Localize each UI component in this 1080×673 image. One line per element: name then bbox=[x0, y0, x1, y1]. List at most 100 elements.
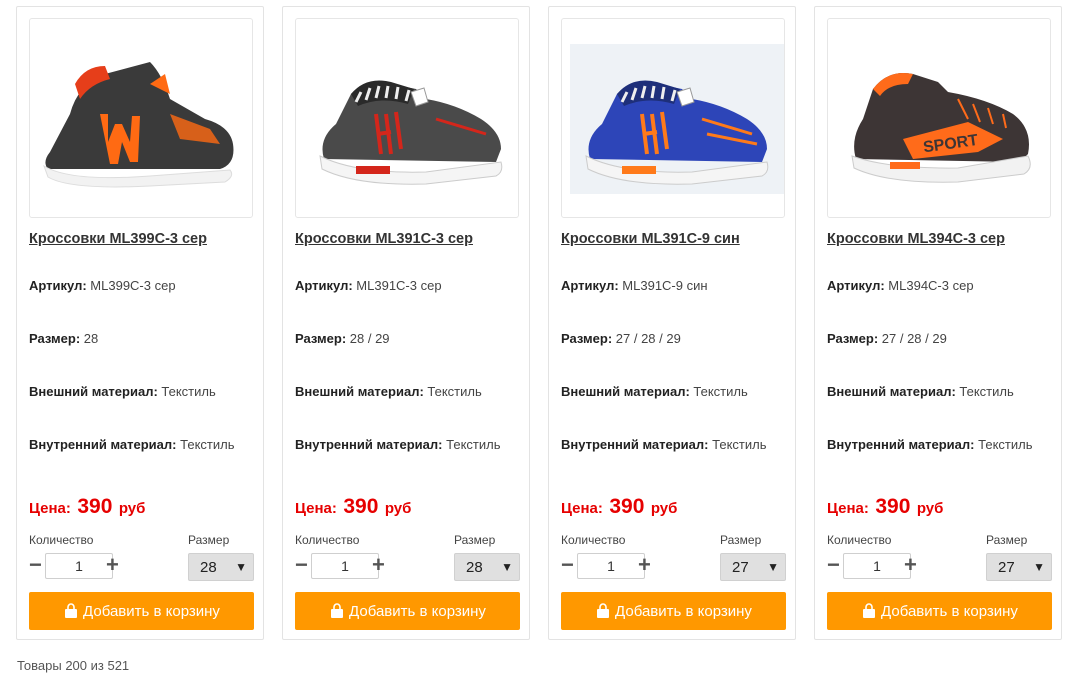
inner-material-label: Внутренний материал: bbox=[827, 437, 975, 452]
add-to-cart-button[interactable]: Добавить в корзину bbox=[827, 592, 1052, 630]
article-label: Артикул: bbox=[827, 278, 885, 293]
product-title-link[interactable]: Кроссовки ML399C-3 сер bbox=[29, 231, 207, 247]
article-label: Артикул: bbox=[295, 278, 353, 293]
product-grid: Кроссовки ML399C-3 сер Артикул: ML399C-3… bbox=[16, 6, 1062, 640]
size-select-label: Размер bbox=[454, 533, 496, 547]
quantity-label: Количество bbox=[827, 533, 892, 547]
size-spec-label: Размер: bbox=[295, 331, 347, 346]
inner-material-value: Текстиль bbox=[180, 437, 235, 452]
product-image[interactable]: SPORT bbox=[827, 18, 1051, 218]
shopping-bag-icon bbox=[65, 603, 78, 618]
shoe-dark-sport-icon: SPORT bbox=[851, 73, 1031, 183]
inner-material-label: Внутренний материал: bbox=[561, 437, 709, 452]
article-value: ML399C-3 сер bbox=[90, 278, 176, 293]
size-select[interactable]: 27 ▼ bbox=[986, 553, 1052, 581]
quantity-decrease-button[interactable]: − bbox=[827, 554, 840, 576]
quantity-input[interactable] bbox=[311, 553, 379, 579]
quantity-label: Количество bbox=[295, 533, 360, 547]
article-value: ML394C-3 сер bbox=[888, 278, 974, 293]
size-spec-value: 28 bbox=[83, 331, 99, 346]
product-title-link[interactable]: Кроссовки ML391C-9 син bbox=[561, 231, 740, 247]
size-select[interactable]: 28 ▼ bbox=[454, 553, 520, 581]
quantity-decrease-button[interactable]: − bbox=[29, 554, 42, 576]
add-to-cart-label: Добавить в корзину bbox=[83, 602, 220, 620]
inner-material-value: Текстиль bbox=[446, 437, 501, 452]
add-to-cart-button[interactable]: Добавить в корзину bbox=[295, 592, 520, 630]
product-card: SPORT Кроссовки ML394C-3 сер Артикул: ML… bbox=[814, 6, 1062, 640]
outer-material-spec: Внешний материал: Текстиль bbox=[295, 384, 482, 399]
outer-material-spec: Внешний материал: Текстиль bbox=[561, 384, 748, 399]
quantity-increase-button[interactable]: + bbox=[372, 554, 385, 576]
inner-material-spec: Внутренний материал: Текстиль bbox=[29, 437, 234, 452]
product-card: Кроссовки ML391C-3 сер Артикул: ML391C-3… bbox=[282, 6, 530, 640]
shoe-gray-red-icon bbox=[319, 80, 503, 185]
inner-material-label: Внутренний материал: bbox=[29, 437, 177, 452]
price-value: 390 bbox=[875, 495, 911, 518]
quantity-label: Количество bbox=[29, 533, 94, 547]
product-image[interactable] bbox=[561, 18, 785, 218]
size-spec: Размер: 28 bbox=[29, 331, 98, 346]
price-label: Цена: bbox=[295, 500, 337, 517]
quantity-input[interactable] bbox=[577, 553, 645, 579]
product-image[interactable] bbox=[295, 18, 519, 218]
outer-material-label: Внешний материал: bbox=[29, 384, 158, 399]
quantity-decrease-button[interactable]: − bbox=[561, 554, 574, 576]
price: Цена: 390 руб bbox=[827, 495, 943, 519]
quantity-input[interactable] bbox=[843, 553, 911, 579]
product-card: Кроссовки ML399C-3 сер Артикул: ML399C-3… bbox=[16, 6, 264, 640]
outer-material-spec: Внешний материал: Текстиль bbox=[29, 384, 216, 399]
size-select-label: Размер bbox=[188, 533, 230, 547]
article-value: ML391C-9 син bbox=[622, 278, 708, 293]
size-spec: Размер: 27 / 28 / 29 bbox=[561, 331, 681, 346]
size-select-label: Размер bbox=[986, 533, 1028, 547]
size-select-label: Размер bbox=[720, 533, 762, 547]
size-select[interactable]: 28 ▼ bbox=[188, 553, 254, 581]
article-spec: Артикул: ML391C-3 сер bbox=[295, 278, 442, 293]
size-spec-label: Размер: bbox=[561, 331, 613, 346]
caret-down-icon: ▼ bbox=[767, 560, 779, 574]
size-spec: Размер: 27 / 28 / 29 bbox=[827, 331, 947, 346]
shopping-bag-icon bbox=[863, 603, 876, 618]
product-title-link[interactable]: Кроссовки ML394C-3 сер bbox=[827, 231, 1005, 247]
quantity-decrease-button[interactable]: − bbox=[295, 554, 308, 576]
size-spec-value: 28 / 29 bbox=[349, 331, 390, 346]
size-select-value: 28 bbox=[200, 559, 217, 576]
inner-material-label: Внутренний материал: bbox=[295, 437, 443, 452]
quantity-label: Количество bbox=[561, 533, 626, 547]
add-to-cart-label: Добавить в корзину bbox=[615, 602, 752, 620]
product-title-link[interactable]: Кроссовки ML391C-3 сер bbox=[295, 231, 473, 247]
price-currency: руб bbox=[118, 500, 146, 517]
price-currency: руб bbox=[916, 500, 944, 517]
quantity-increase-button[interactable]: + bbox=[638, 554, 651, 576]
product-card: Кроссовки ML391C-9 син Артикул: ML391C-9… bbox=[548, 6, 796, 640]
price-label: Цена: bbox=[29, 500, 71, 517]
quantity-increase-button[interactable]: + bbox=[106, 554, 119, 576]
article-value: ML391C-3 сер bbox=[356, 278, 442, 293]
size-spec-value: 27 / 28 / 29 bbox=[881, 331, 947, 346]
size-spec-label: Размер: bbox=[827, 331, 879, 346]
size-select-value: 27 bbox=[998, 559, 1015, 576]
price: Цена: 390 руб bbox=[29, 495, 145, 519]
quantity-input[interactable] bbox=[45, 553, 113, 579]
article-label: Артикул: bbox=[29, 278, 87, 293]
shoe-blue-orange-icon bbox=[570, 44, 784, 194]
price: Цена: 390 руб bbox=[295, 495, 411, 519]
caret-down-icon: ▼ bbox=[1033, 560, 1045, 574]
add-to-cart-button[interactable]: Добавить в корзину bbox=[561, 592, 786, 630]
caret-down-icon: ▼ bbox=[235, 560, 247, 574]
article-spec: Артикул: ML391C-9 син bbox=[561, 278, 708, 293]
price-label: Цена: bbox=[561, 500, 603, 517]
outer-material-spec: Внешний материал: Текстиль bbox=[827, 384, 1014, 399]
add-to-cart-button[interactable]: Добавить в корзину bbox=[29, 592, 254, 630]
product-image[interactable] bbox=[29, 18, 253, 218]
shopping-bag-icon bbox=[597, 603, 610, 618]
price-value: 390 bbox=[77, 495, 113, 518]
quantity-increase-button[interactable]: + bbox=[904, 554, 917, 576]
price-value: 390 bbox=[343, 495, 379, 518]
outer-material-label: Внешний материал: bbox=[561, 384, 690, 399]
size-select[interactable]: 27 ▼ bbox=[720, 553, 786, 581]
article-spec: Артикул: ML394C-3 сер bbox=[827, 278, 974, 293]
inner-material-value: Текстиль bbox=[712, 437, 767, 452]
inner-material-spec: Внутренний материал: Текстиль bbox=[295, 437, 500, 452]
outer-material-value: Текстиль bbox=[693, 384, 748, 399]
